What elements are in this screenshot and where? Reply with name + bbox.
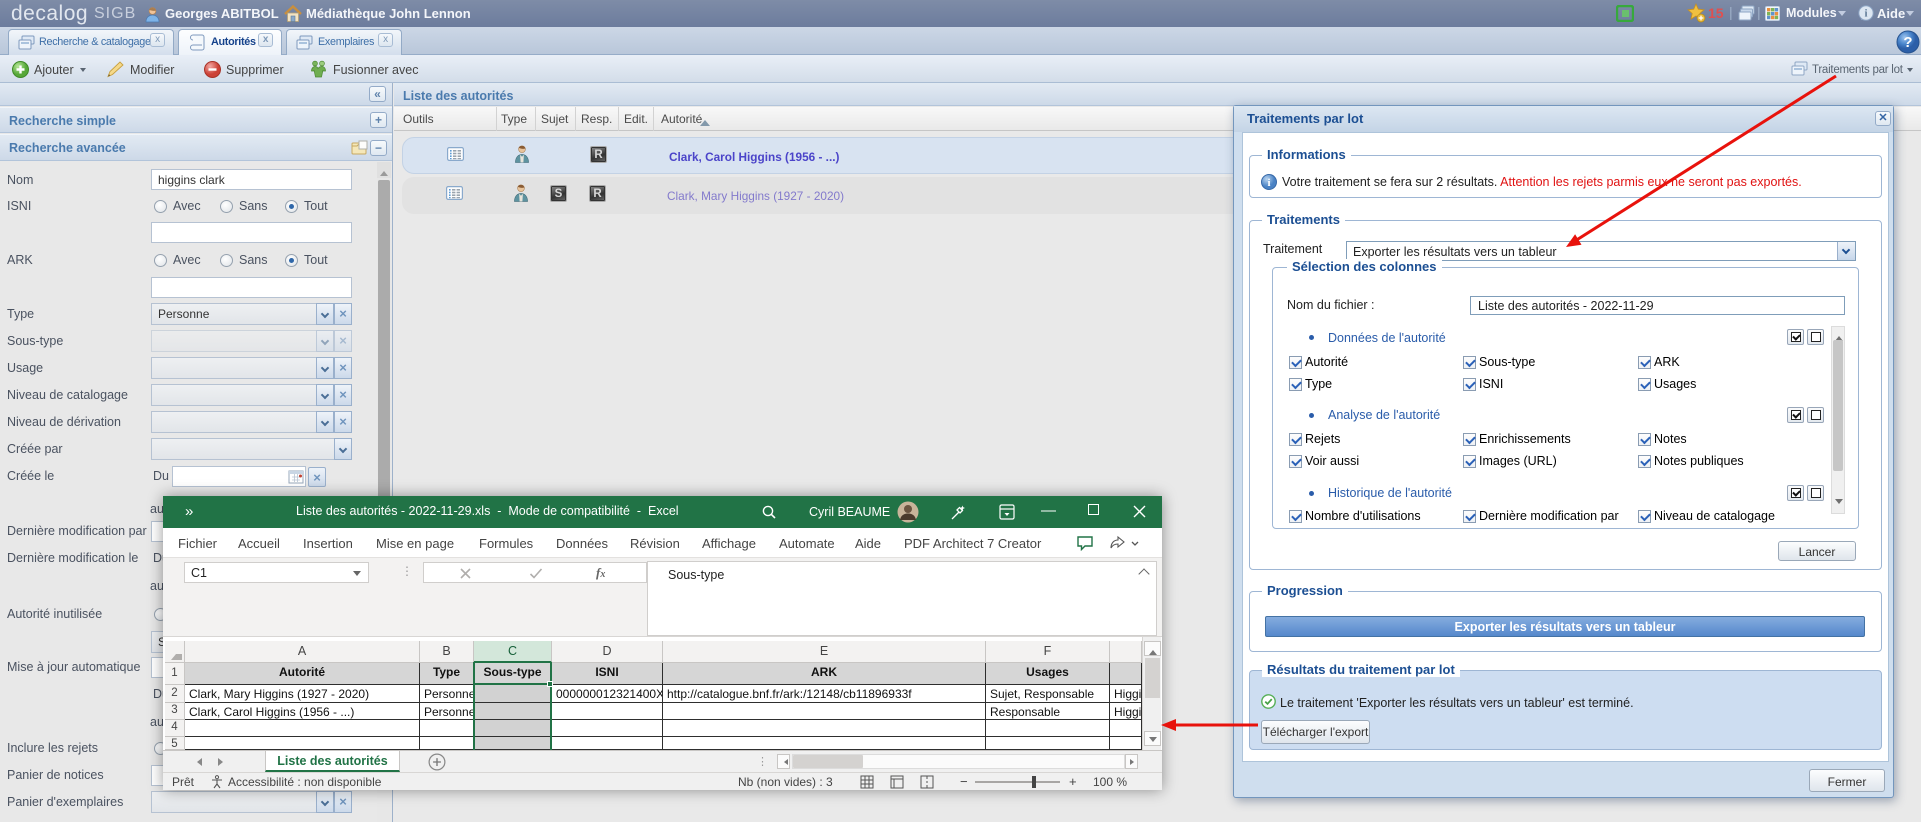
svg-text:?: ? (1903, 34, 1912, 51)
svg-text:i: i (1267, 177, 1270, 189)
svg-text:i: i (1865, 9, 1868, 20)
